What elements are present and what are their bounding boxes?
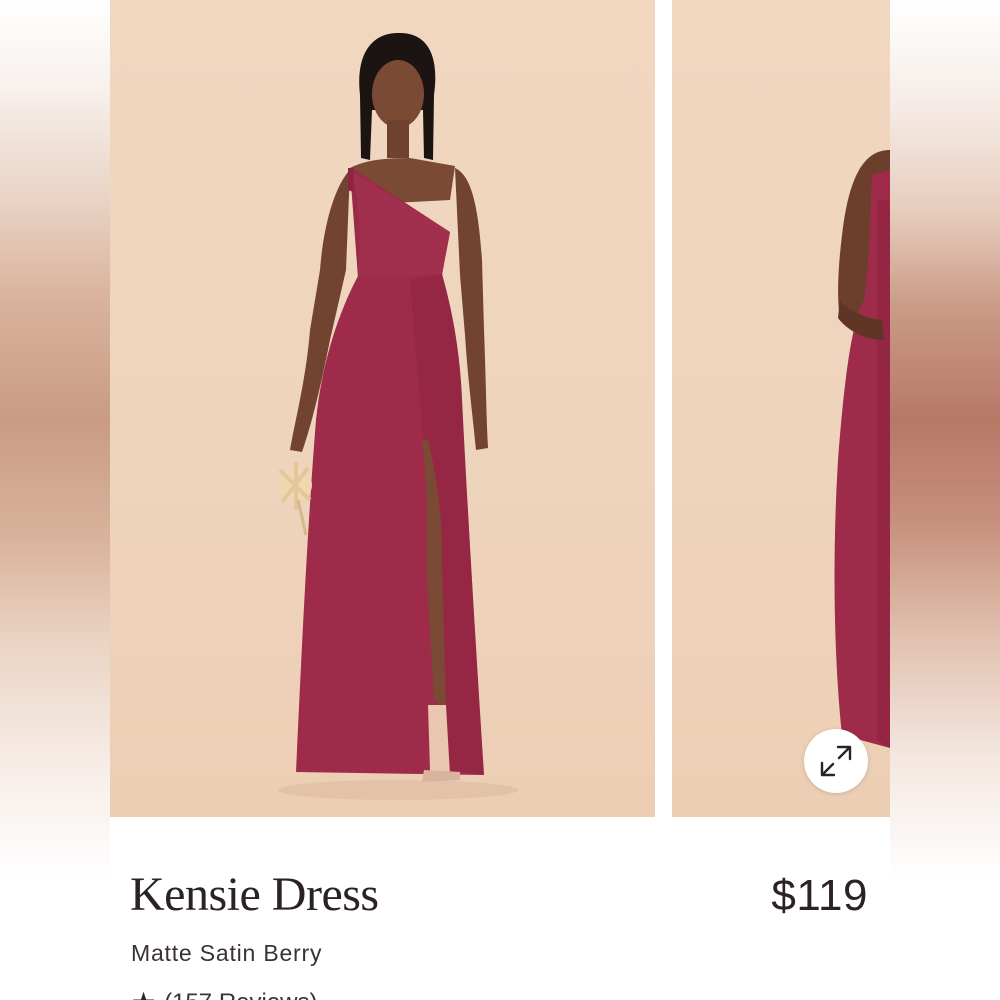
- product-title: Kensie Dress: [130, 868, 379, 921]
- right-blurred-margin: [890, 0, 1000, 1000]
- product-image-main[interactable]: [110, 0, 655, 817]
- product-image-next[interactable]: [672, 0, 890, 817]
- left-blurred-margin: [0, 0, 110, 1000]
- model-front-illustration: [278, 32, 518, 800]
- product-page: Kensie Dress $119 Matte Satin Berry ★ (1…: [110, 0, 890, 1000]
- reviews-count: (157 Reviews): [164, 989, 317, 1000]
- expand-image-button[interactable]: [804, 729, 868, 793]
- reviews-link[interactable]: ★ (157 Reviews): [131, 988, 318, 1000]
- product-variant: Matte Satin Berry: [131, 940, 323, 966]
- expand-arrows-icon: [820, 745, 852, 777]
- product-image-carousel[interactable]: [110, 0, 890, 817]
- product-price: $119: [771, 871, 868, 920]
- model-side-illustration: [834, 150, 890, 748]
- product-info: Kensie Dress $119 Matte Satin Berry ★ (1…: [110, 817, 890, 1000]
- star-icon: ★: [131, 989, 156, 1000]
